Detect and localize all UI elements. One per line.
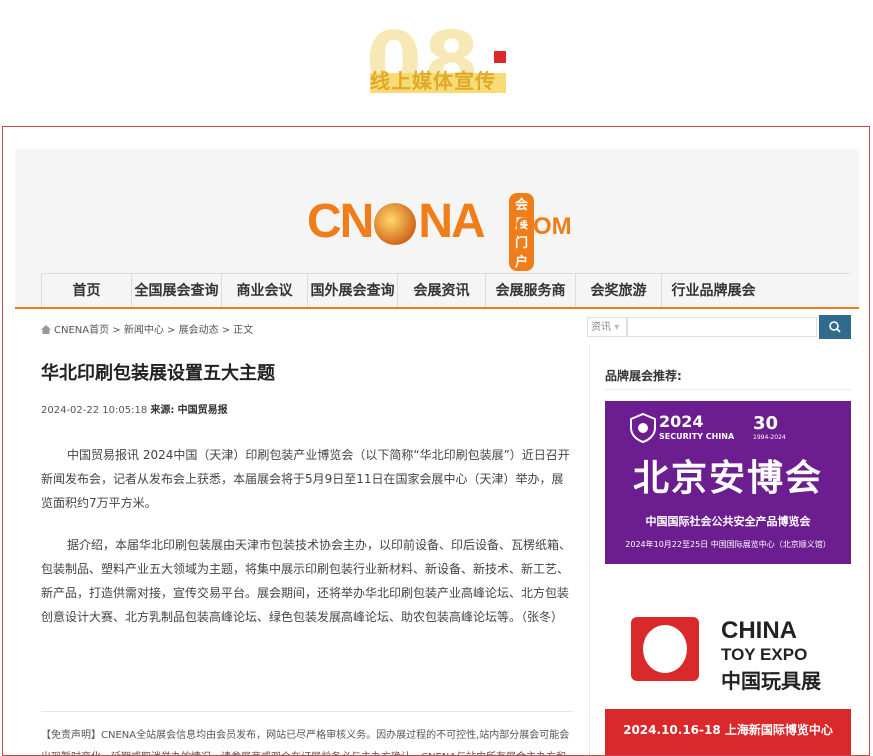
teddy-bear-logo-icon: [631, 617, 699, 681]
article-date: 2024-02-22 10:05:18: [41, 405, 148, 416]
ad-security-china[interactable]: 2024 SECURITY CHINA 30 1994-2024 北京安博会 中…: [605, 401, 851, 564]
ad1-date: 2024年10月22至25日 中国国际展览中心（北京顺义馆）: [625, 540, 831, 549]
column-divider: [589, 345, 590, 755]
content-area: CNENA首页 > 新闻中心 > 展会动态 > 正文 资讯 ▾ 华北印刷包装展设…: [15, 309, 859, 755]
source-label: 来源:: [150, 405, 175, 416]
article-paragraph: 中国贸易报讯 2024中国（天津）印刷包装产业博览会（以下简称“华北印刷包装展”…: [41, 448, 570, 510]
disclaimer: 【免责声明】CNENA全站展会信息均由会员发布，网站已尽严格审核义务。因办展过程…: [41, 730, 570, 755]
ad1-anniversary: 30 1994-2024: [753, 413, 786, 441]
ad1-anniversary-years: 1994-2024: [753, 434, 786, 441]
ad1-brand-name: SECURITY CHINA: [659, 432, 735, 441]
search-category-select[interactable]: 资讯 ▾: [587, 317, 627, 337]
site-logo[interactable]: CN NA 会展门户 .COM: [307, 193, 572, 271]
section-banner: 08 线上媒体宣传: [0, 0, 873, 120]
web-page: CN NA 会展门户 .COM 首页 全国展会查询 商业会议 国外展会查询 会展资…: [15, 149, 859, 755]
logo-wordmark: CN NA: [307, 194, 486, 248]
home-icon: [41, 325, 51, 334]
nav-service-providers[interactable]: 会展服务商: [485, 274, 575, 308]
nav-domestic-expo[interactable]: 全国展会查询: [131, 274, 221, 308]
ad1-subtitle: 中国国际社会公共安全产品博览会: [645, 515, 811, 528]
search-input[interactable]: [627, 317, 817, 337]
sidebar-title: 品牌展会推荐:: [605, 369, 682, 383]
nav-foreign-expo[interactable]: 国外展会查询: [307, 274, 397, 308]
nav-brand-expo[interactable]: 行业品牌展会: [661, 274, 765, 308]
divider: [41, 711, 573, 712]
article-title: 华北印刷包装展设置五大主题: [41, 363, 275, 384]
search-category-value: 资讯: [591, 322, 611, 333]
nav-home[interactable]: 首页: [41, 274, 131, 308]
ad2-title-en: CHINA: [721, 617, 797, 644]
article-source: 中国贸易报: [177, 405, 228, 416]
breadcrumb: CNENA首页 > 新闻中心 > 展会动态 > 正文: [41, 321, 253, 336]
decor-square: [494, 51, 506, 63]
bear-face: [643, 625, 687, 673]
divider: [605, 389, 851, 390]
ad1-brand: 2024 SECURITY CHINA: [659, 413, 734, 443]
ad2-subtitle-en: TOY EXPO: [721, 645, 808, 664]
shield-icon: [630, 413, 656, 443]
ad-china-toy-expo[interactable]: CHINA TOY EXPO 中国玩具展 2024.10.16-18 上海新国际…: [605, 583, 851, 755]
article-meta: 2024-02-22 10:05:18 来源: 中国贸易报: [41, 401, 228, 416]
screenshot-frame: CN NA 会展门户 .COM 首页 全国展会查询 商业会议 国外展会查询 会展资…: [2, 126, 870, 756]
ad1-anniversary-number: 30: [753, 413, 779, 434]
logo-domain: .COM: [509, 213, 572, 240]
ad1-headline: 北京安博会: [632, 458, 823, 499]
ad1-year: 2024: [659, 412, 704, 431]
nav-incentive-travel[interactable]: 会奖旅游: [575, 274, 661, 308]
article-column: 华北印刷包装展设置五大主题 2024-02-22 10:05:18 来源: 中国…: [41, 345, 589, 755]
search-button[interactable]: [819, 315, 851, 339]
nav-business-meeting[interactable]: 商业会议: [221, 274, 307, 308]
breadcrumb-text[interactable]: CNENA首页 > 新闻中心 > 展会动态 > 正文: [54, 325, 253, 336]
section-title: 线上媒体宣传: [370, 69, 496, 93]
search-icon: [829, 321, 841, 333]
chevron-down-icon: ▾: [614, 322, 620, 333]
ad2-date: 2024.10.16-18 上海新国际博览中心: [623, 723, 833, 737]
ad2-title-cn: 中国玩具展: [721, 669, 821, 693]
article-paragraph: 据介绍，本届华北印刷包装展由天津市包装技术协会主办，以印前设备、印后设备、瓦楞纸…: [41, 538, 572, 624]
logo-globe-icon: [374, 202, 417, 245]
nav-expo-news[interactable]: 会展资讯: [397, 274, 485, 308]
main-nav: 首页 全国展会查询 商业会议 国外展会查询 会展资讯 会展服务商 会奖旅游 行业…: [41, 273, 851, 308]
